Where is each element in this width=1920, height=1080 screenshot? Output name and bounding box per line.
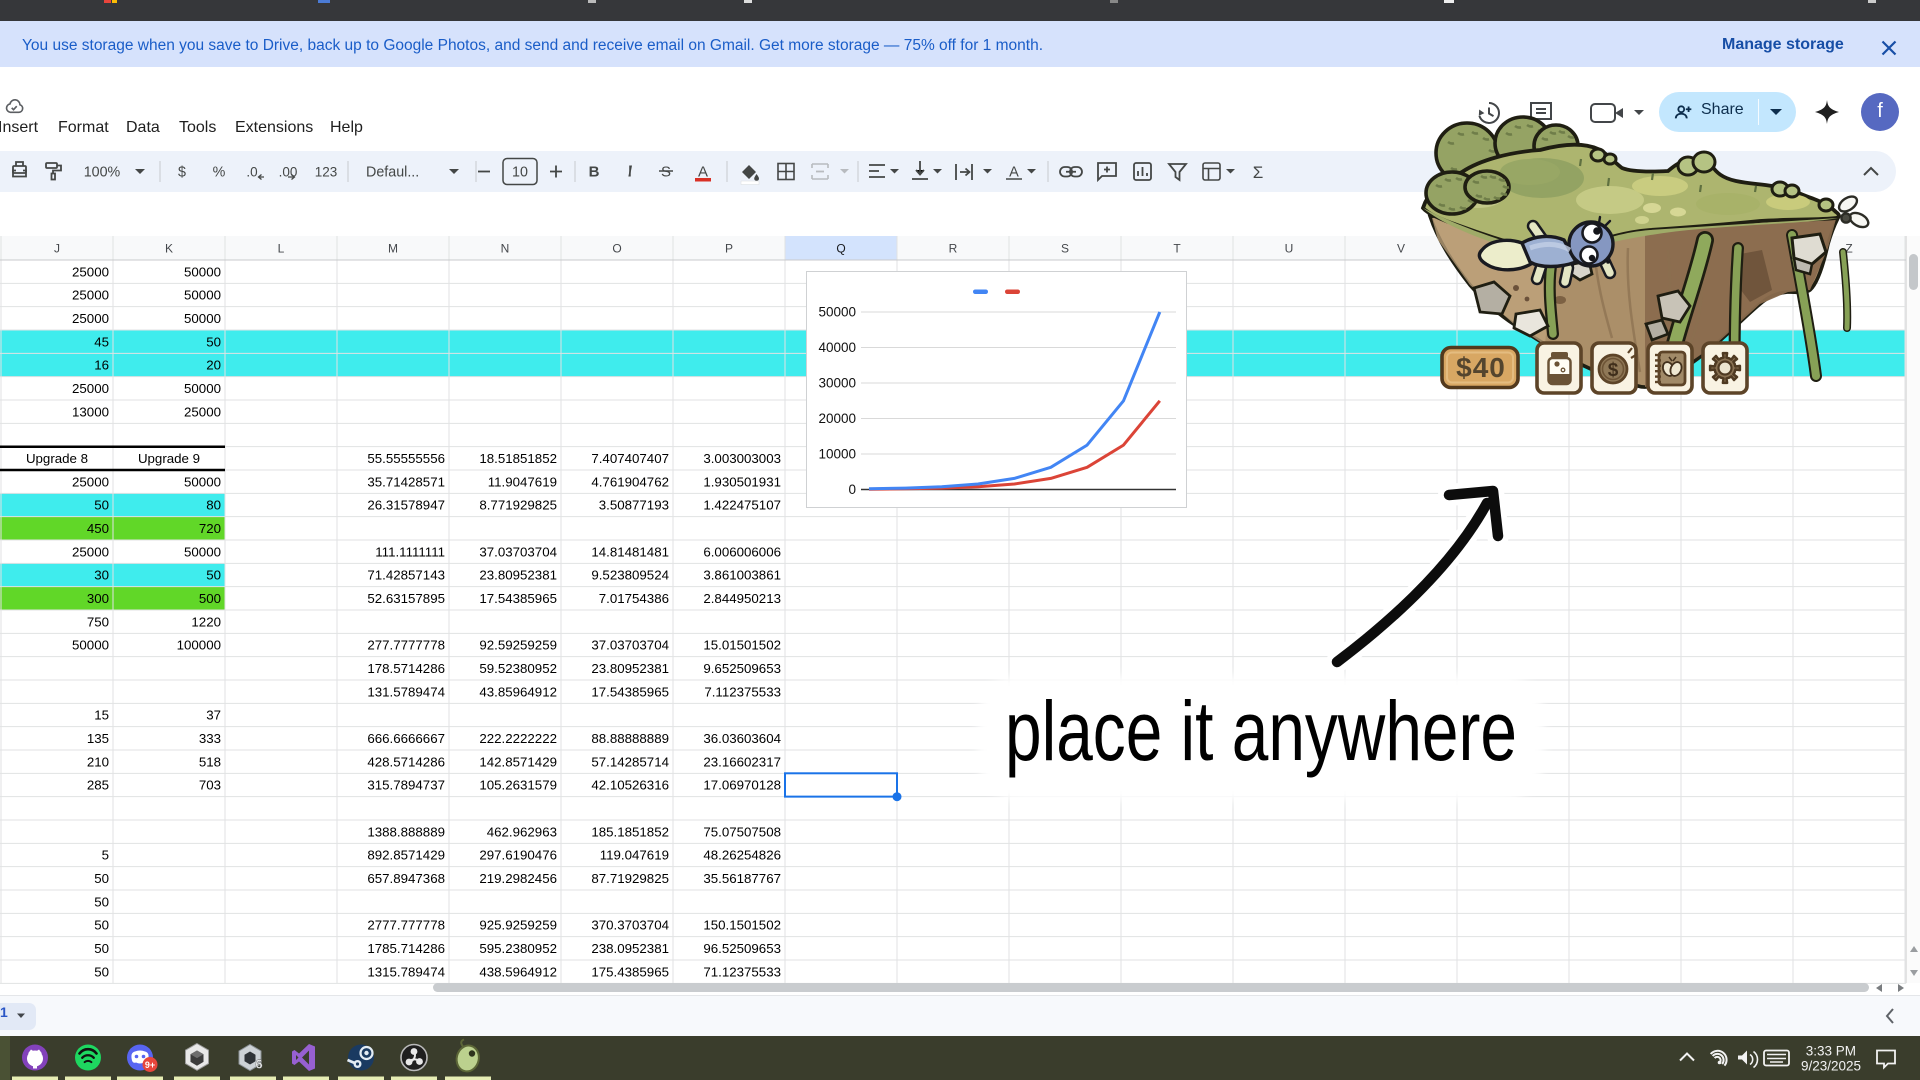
svg-text:6: 6: [255, 1057, 262, 1072]
svg-text:3:33 PM: 3:33 PM: [1806, 1044, 1856, 1059]
svg-text:$40: $40: [1456, 352, 1506, 383]
svg-text:9+: 9+: [145, 1060, 155, 1070]
svg-text:place it anywhere: place it anywhere: [1005, 684, 1517, 778]
svg-text:9/23/2025: 9/23/2025: [1801, 1059, 1861, 1074]
svg-text:$: $: [1608, 360, 1619, 381]
